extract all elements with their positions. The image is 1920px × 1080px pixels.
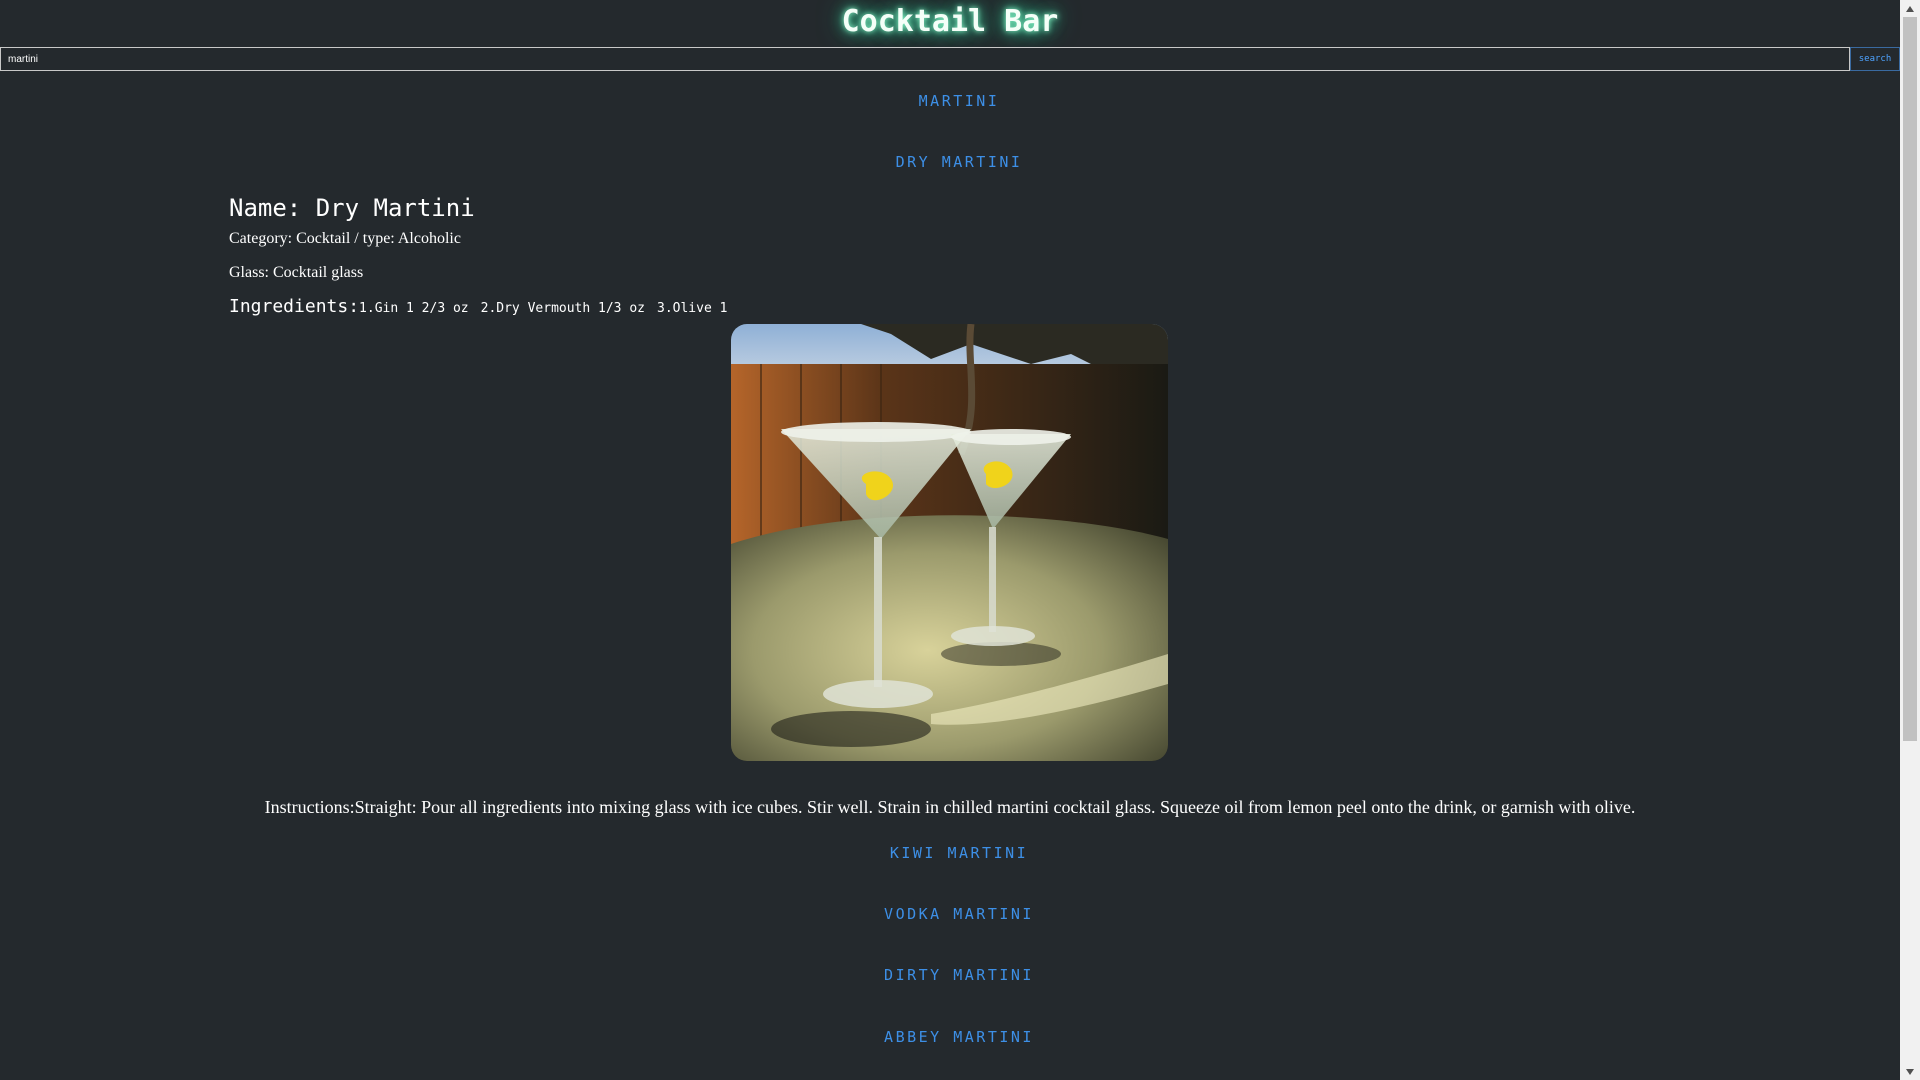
ingredient-item: 3.Olive 1 bbox=[657, 301, 728, 316]
result-link-martini[interactable]: MARTINI bbox=[0, 92, 1900, 110]
search-bar: search bbox=[0, 47, 1900, 71]
vertical-scrollbar[interactable] bbox=[1900, 0, 1920, 1080]
scrollbar-thumb[interactable] bbox=[1903, 17, 1917, 741]
drink-name: Name: Dry Martini bbox=[229, 194, 475, 222]
result-link-kiwi-martini[interactable]: KIWI MARTINI bbox=[0, 844, 1900, 862]
drink-instructions: Instructions:Straight: Pour all ingredie… bbox=[264, 797, 1636, 817]
drink-glass: Glass: Cocktail glass bbox=[229, 264, 364, 281]
triangle-down-icon[interactable] bbox=[1900, 1063, 1920, 1080]
martini-glasses-photo bbox=[731, 324, 1168, 761]
result-link-dry-martini[interactable]: DRY MARTINI bbox=[0, 153, 1900, 171]
site-title: Cocktail Bar bbox=[841, 4, 1059, 39]
search-button[interactable]: search bbox=[1850, 47, 1900, 71]
ingredients-label: Ingredients: bbox=[229, 296, 360, 317]
result-link-dirty-martini[interactable]: DIRTY MARTINI bbox=[0, 966, 1900, 984]
ingredient-item: 2.Dry Vermouth 1/3 oz bbox=[480, 301, 645, 316]
ingredients: Ingredients:1.Gin 1 2/3 oz 2.Dry Vermouth… bbox=[229, 296, 739, 317]
page: Cocktail Bar search MARTINI DRY MARTINI … bbox=[0, 0, 1900, 1080]
ingredient-item: 1.Gin 1 2/3 oz bbox=[359, 301, 469, 316]
result-link-abbey-martini[interactable]: ABBEY MARTINI bbox=[0, 1028, 1900, 1046]
drink-photo bbox=[731, 324, 1168, 761]
triangle-up-icon[interactable] bbox=[1900, 0, 1920, 17]
result-link-vodka-martini[interactable]: VODKA MARTINI bbox=[0, 905, 1900, 923]
drink-category: Category: Cocktail / type: Alcoholic bbox=[229, 230, 461, 247]
search-input[interactable] bbox=[0, 47, 1850, 71]
